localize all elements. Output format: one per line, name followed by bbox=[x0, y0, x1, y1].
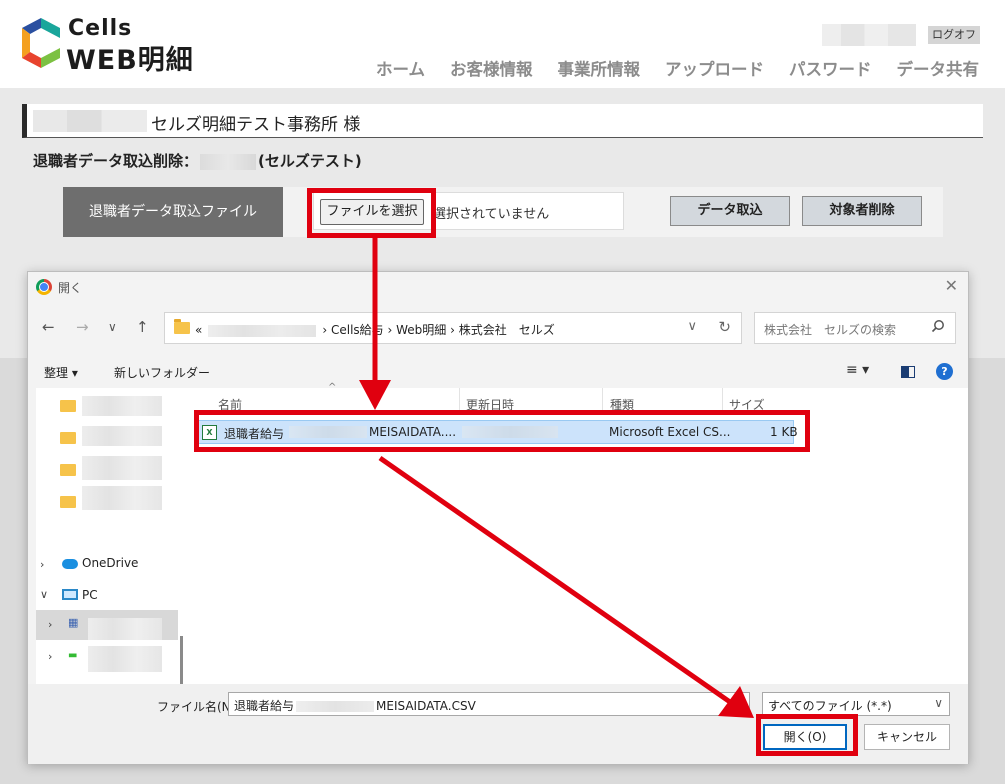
navigation-pane: › OneDrive ∨ PC › ▦ › ▬ bbox=[36, 388, 186, 710]
folder-icon bbox=[60, 400, 76, 412]
chevron-right-icon[interactable]: › bbox=[40, 558, 44, 571]
highlight-file-row bbox=[194, 410, 810, 452]
chevron-down-icon[interactable]: ∨ bbox=[734, 696, 743, 710]
logo-text-web: WEB明細 bbox=[66, 45, 194, 76]
drive-name-redacted bbox=[88, 618, 162, 640]
office-bar: セルズ明細テスト事務所 様 bbox=[22, 104, 983, 138]
help-icon[interactable]: ? bbox=[936, 363, 953, 380]
highlight-open-button bbox=[756, 714, 858, 756]
back-arrow-icon[interactable]: ← bbox=[42, 318, 55, 336]
page-title-suffix: (セルズテスト) bbox=[258, 152, 362, 170]
delete-target-button[interactable]: 対象者削除 bbox=[802, 196, 922, 226]
drive-icon: ▦ bbox=[68, 616, 79, 629]
chrome-icon bbox=[36, 279, 52, 295]
onedrive-icon bbox=[62, 559, 78, 569]
column-divider[interactable] bbox=[602, 388, 603, 412]
search-placeholder: 株式会社 セルズの検索 bbox=[764, 323, 897, 337]
filename-prefix: 退職者給与 bbox=[234, 699, 295, 713]
highlight-choose-file bbox=[307, 188, 436, 238]
nav-customer-info[interactable]: お客様情報 bbox=[450, 56, 533, 80]
filename-redacted bbox=[296, 701, 375, 712]
cells-logo-icon bbox=[22, 18, 60, 68]
column-divider[interactable] bbox=[459, 388, 460, 412]
office-name: セルズ明細テスト事務所 様 bbox=[151, 115, 361, 135]
folder-name-redacted[interactable] bbox=[82, 396, 162, 416]
file-import-row: 退職者データ取込ファイル ファイルを選択 選択されていません データ取込 対象者… bbox=[63, 187, 943, 237]
search-icon bbox=[931, 320, 944, 333]
folder-name-redacted[interactable] bbox=[82, 456, 162, 480]
column-divider[interactable] bbox=[722, 388, 723, 412]
organize-menu[interactable]: 整理 ▾ bbox=[44, 364, 78, 381]
office-id-redacted bbox=[33, 110, 147, 132]
forward-arrow-icon[interactable]: → bbox=[76, 318, 89, 336]
cancel-button[interactable]: キャンセル bbox=[864, 724, 950, 750]
address-bar[interactable]: «› Cells給与 › Web明細 › 株式会社 セルズ ∨ ↻ bbox=[164, 312, 742, 344]
refresh-icon[interactable]: ↻ bbox=[718, 318, 731, 336]
search-input[interactable]: 株式会社 セルズの検索 bbox=[754, 312, 956, 344]
nav-upload[interactable]: アップロード bbox=[665, 56, 764, 80]
breadcrumb-redacted bbox=[208, 324, 317, 337]
chevron-down-icon: ∨ bbox=[934, 696, 943, 710]
file-import-label: 退職者データ取込ファイル bbox=[63, 187, 283, 237]
chevron-right-icon[interactable]: › bbox=[48, 618, 52, 631]
open-file-dialog: 開く ✕ ← → ∨ ↑ «› Cells給与 › Web明細 › 株式会社 セ… bbox=[27, 271, 969, 764]
drive-icon: ▬ bbox=[68, 650, 78, 661]
folder-name-redacted[interactable] bbox=[82, 486, 162, 510]
dialog-nav-row: ← → ∨ ↑ «› Cells給与 › Web明細 › 株式会社 セルズ ∨ … bbox=[28, 310, 968, 346]
folder-icon bbox=[174, 319, 190, 334]
folder-icon bbox=[60, 496, 76, 508]
sort-up-icon: ^ bbox=[328, 382, 337, 393]
chevron-right-icon[interactable]: › bbox=[48, 650, 52, 663]
chevron-down-icon[interactable]: ∨ bbox=[40, 588, 48, 601]
folder-icon bbox=[60, 464, 76, 476]
filename-input[interactable]: 退職者給与 MEISAIDATA.CSV ∨ bbox=[228, 692, 750, 716]
data-import-button[interactable]: データ取込 bbox=[670, 196, 790, 226]
up-arrow-icon[interactable]: ↑ bbox=[136, 318, 149, 336]
nav-password[interactable]: パスワード bbox=[789, 56, 872, 80]
breadcrumb-overflow[interactable]: « bbox=[195, 323, 202, 337]
logout-button[interactable]: ログオフ bbox=[928, 26, 980, 44]
page-title-redacted bbox=[200, 153, 257, 170]
new-folder-button[interactable]: 新しいフォルダー bbox=[114, 364, 210, 381]
main-nav: ホーム お客様情報 事業所情報 アップロード パスワード データ共有 bbox=[376, 56, 979, 80]
folder-icon bbox=[60, 432, 76, 444]
close-icon[interactable]: ✕ bbox=[945, 276, 958, 295]
breadcrumb-web-meisai[interactable]: Web明細 bbox=[396, 323, 446, 337]
filetype-value: すべてのファイル (*.*) bbox=[768, 699, 892, 713]
nav-data-share[interactable]: データ共有 bbox=[897, 56, 980, 80]
dialog-titlebar: 開く ✕ bbox=[28, 272, 968, 302]
chevron-down-icon[interactable]: ∨ bbox=[687, 319, 697, 334]
page-title: 退職者データ取込削除： (セルズテスト) bbox=[33, 150, 362, 171]
sidebar-item-onedrive[interactable]: OneDrive bbox=[82, 556, 138, 570]
pc-icon bbox=[62, 589, 78, 600]
username-redacted bbox=[822, 24, 916, 46]
site-header: Cells WEB明細 ログオフ ホーム お客様情報 事業所情報 アップロード … bbox=[0, 0, 1005, 88]
nav-home[interactable]: ホーム bbox=[376, 56, 425, 80]
filetype-select[interactable]: すべてのファイル (*.*) ∨ bbox=[762, 692, 950, 716]
no-file-selected-text: 選択されていません bbox=[433, 207, 550, 222]
dialog-title: 開く bbox=[58, 281, 83, 295]
breadcrumb-company[interactable]: 株式会社 セルズ bbox=[459, 323, 555, 337]
filename-value: 退職者給与 MEISAIDATA.CSV bbox=[234, 697, 476, 714]
recent-chevron-icon[interactable]: ∨ bbox=[108, 320, 117, 334]
nav-office-info[interactable]: 事業所情報 bbox=[558, 56, 641, 80]
folder-name-redacted[interactable] bbox=[82, 426, 162, 446]
page-title-prefix: 退職者データ取込削除： bbox=[33, 152, 199, 170]
breadcrumb-cells-kyuyo[interactable]: Cells給与 bbox=[331, 323, 384, 337]
sidebar-item-pc[interactable]: PC bbox=[82, 588, 98, 602]
dialog-toolbar: 整理 ▾ 新しいフォルダー ≡ ▾ ? bbox=[28, 358, 968, 386]
drive-name-redacted[interactable] bbox=[88, 646, 162, 672]
filename-suffix: MEISAIDATA.CSV bbox=[376, 699, 476, 713]
view-menu-icon[interactable]: ≡ ▾ bbox=[846, 362, 869, 378]
breadcrumb: «› Cells給与 › Web明細 › 株式会社 セルズ bbox=[195, 323, 555, 337]
preview-pane-icon[interactable] bbox=[901, 366, 915, 378]
